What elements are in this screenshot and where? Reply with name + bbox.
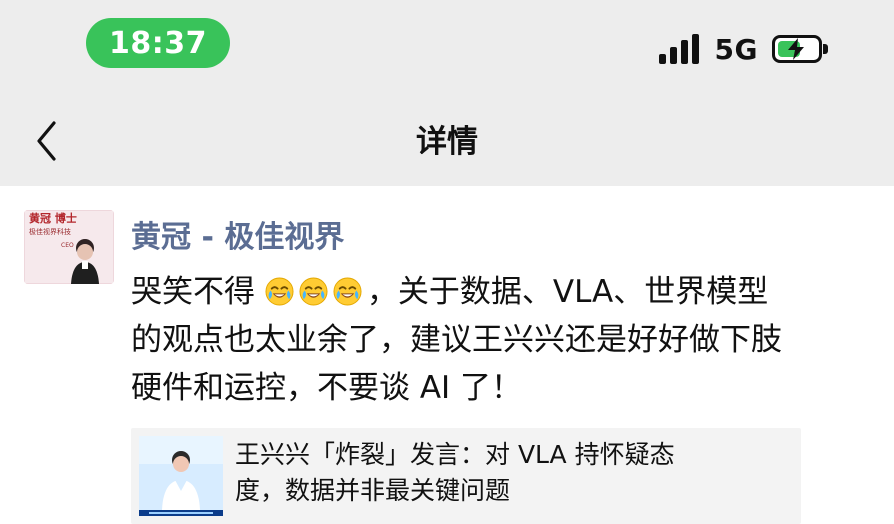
author-name[interactable]: 黄冠 - 极佳视界 (131, 212, 344, 256)
battery-cap (823, 44, 828, 54)
status-time: 18:37 (109, 25, 207, 61)
avatar[interactable]: 黄冠 博士 极佳视界科技 CEO (24, 210, 114, 284)
charging-bolt-icon (788, 38, 804, 60)
signal-bar (669, 47, 677, 64)
post-detail: 黄冠 博士 极佳视界科技 CEO 黄冠 - 极佳视界 哭笑不得 ，关于数据、VL… (0, 186, 894, 524)
speaker-thumbnail-image (139, 436, 223, 516)
post-line-2: 的观点也太业余了，建议王兴兴还是好好做下肢 (131, 322, 782, 358)
link-preview-title: 王兴兴「炸裂」发言：对 VLA 持怀疑态 度，数据并非最关键问题 (235, 437, 765, 509)
page-title: 详情 (416, 124, 478, 160)
signal-bar (691, 34, 699, 64)
post-line-1: 哭笑不得 ，关于数据、VLA、世界模型 (131, 268, 859, 316)
link-preview-thumbnail (139, 436, 223, 516)
post-text: 哭笑不得 ，关于数据、VLA、世界模型 的观点也太业余了，建议王兴兴还是好好做下… (131, 268, 859, 412)
laughing-crying-emoji-icon (333, 272, 362, 306)
network-type: 5G (714, 32, 758, 66)
signal-bar (680, 40, 688, 64)
link-preview-card[interactable]: 王兴兴「炸裂」发言：对 VLA 持怀疑态 度，数据并非最关键问题 (131, 428, 801, 524)
avatar-role-text: CEO (61, 242, 74, 249)
nav-bar: 详情 (0, 100, 894, 180)
signal-strength-icon (658, 34, 701, 64)
link-preview-title-line-2: 度，数据并非最关键问题 (235, 476, 511, 505)
status-time-pill: 18:37 (86, 18, 230, 68)
laughing-crying-emoji-icon (299, 272, 328, 306)
post-line-1-suffix: ，关于数据、VLA、世界模型 (366, 274, 769, 310)
avatar-company-text: 极佳视界科技 (29, 227, 71, 236)
link-preview-title-line-1: 王兴兴「炸裂」发言：对 VLA 持怀疑态 (235, 440, 675, 469)
signal-bar (658, 54, 666, 64)
top-bar: 18:37 5G 详情 (0, 0, 894, 186)
avatar-image: 黄冠 博士 极佳视界科技 CEO (24, 210, 114, 284)
post-line-3: 硬件和运控，不要谈 AI 了！ (131, 370, 523, 406)
avatar-title-text: 黄冠 博士 (29, 211, 77, 225)
laughing-crying-emoji-icon (265, 272, 294, 306)
battery-icon (772, 35, 828, 63)
post-line-1-prefix: 哭笑不得 (131, 274, 255, 310)
status-icons: 5G (658, 29, 828, 69)
